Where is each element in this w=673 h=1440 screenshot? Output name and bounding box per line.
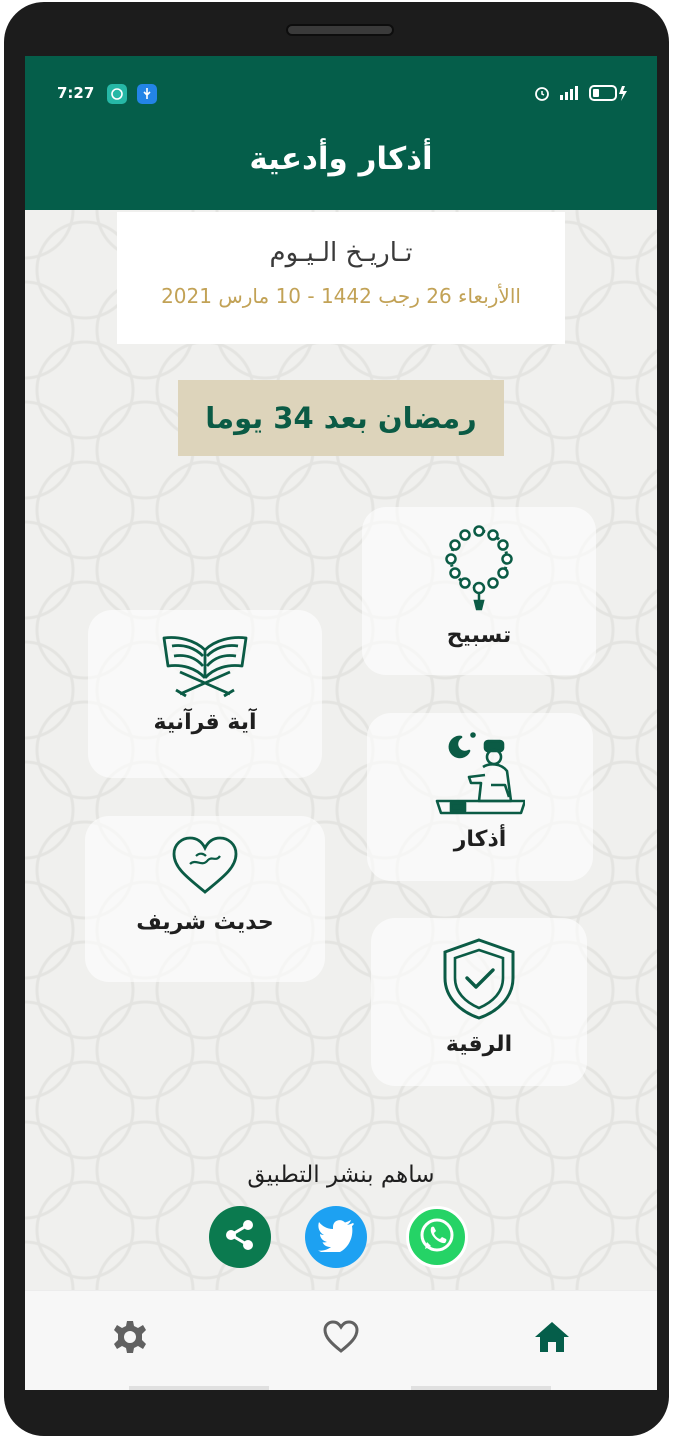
date-card-value: االأربعاء 26 رجب 1442 - 10 مارس 2021: [161, 284, 521, 308]
date-card-title: تـاريـخ الـيـوم: [269, 238, 413, 268]
settings-icon: [112, 1319, 148, 1359]
today-date-card: تـاريـخ الـيـوم االأربعاء 26 رجب 1442 - …: [117, 212, 565, 344]
tile-quran-verse[interactable]: آية قرآنية: [88, 610, 322, 778]
phone-frame: 7:27 أذكار وأدعية تـاريـخ الـيـوم االأرب…: [4, 2, 669, 1436]
bottom-navigation: [25, 1290, 657, 1390]
share-button[interactable]: [209, 1206, 271, 1268]
home-icon: [533, 1320, 571, 1358]
signal-icon: [559, 85, 581, 105]
prayer-beads-icon: [442, 525, 516, 615]
tile-tasbih[interactable]: تسبيح: [362, 507, 596, 675]
app-screen: 7:27 أذكار وأدعية تـاريـخ الـيـوم االأرب…: [25, 56, 657, 1390]
nav-favorites[interactable]: [319, 1317, 363, 1361]
status-icons: [533, 84, 629, 106]
battery-icon: [589, 84, 629, 106]
quran-icon: [160, 628, 250, 702]
praying-man-icon: [435, 731, 527, 819]
speaker-grille: [286, 24, 394, 36]
shield-check-icon: [439, 936, 519, 1024]
tile-label: آية قرآنية: [153, 710, 257, 735]
tile-label: أذكار: [453, 827, 507, 852]
tile-label: حديث شريف: [136, 910, 274, 935]
messenger-icon: [107, 84, 127, 104]
status-bar: 7:27: [25, 56, 657, 112]
status-time: 7:27: [57, 84, 95, 102]
heart-muhammad-icon: [170, 834, 240, 902]
app-title: أذكار وأدعية: [249, 141, 433, 177]
alarm-icon: [533, 84, 551, 106]
nav-divider: [411, 1386, 551, 1390]
nav-home[interactable]: [530, 1317, 574, 1361]
tile-ruqya[interactable]: الرقية: [371, 918, 587, 1086]
tile-adhkar[interactable]: أذكار: [367, 713, 593, 881]
twitter-share-button[interactable]: [305, 1206, 367, 1268]
usb-icon: [137, 84, 157, 104]
ramadan-countdown-text: رمضان بعد 34 يوما: [205, 401, 477, 435]
heart-icon: [322, 1320, 360, 1358]
whatsapp-share-button[interactable]: [406, 1206, 468, 1268]
nav-settings[interactable]: [108, 1317, 152, 1361]
app-bar: أذكار وأدعية: [25, 112, 657, 210]
share-icon: [222, 1217, 258, 1257]
tile-hadith[interactable]: حديث شريف: [85, 816, 325, 982]
ramadan-countdown-banner: رمضان بعد 34 يوما: [178, 380, 504, 456]
tile-label: الرقية: [445, 1032, 513, 1057]
whatsapp-icon: [417, 1215, 457, 1259]
share-app-label: ساهم بنشر التطبيق: [247, 1162, 435, 1188]
twitter-icon: [317, 1218, 355, 1256]
tile-label: تسبيح: [446, 623, 512, 648]
nav-divider: [129, 1386, 269, 1390]
